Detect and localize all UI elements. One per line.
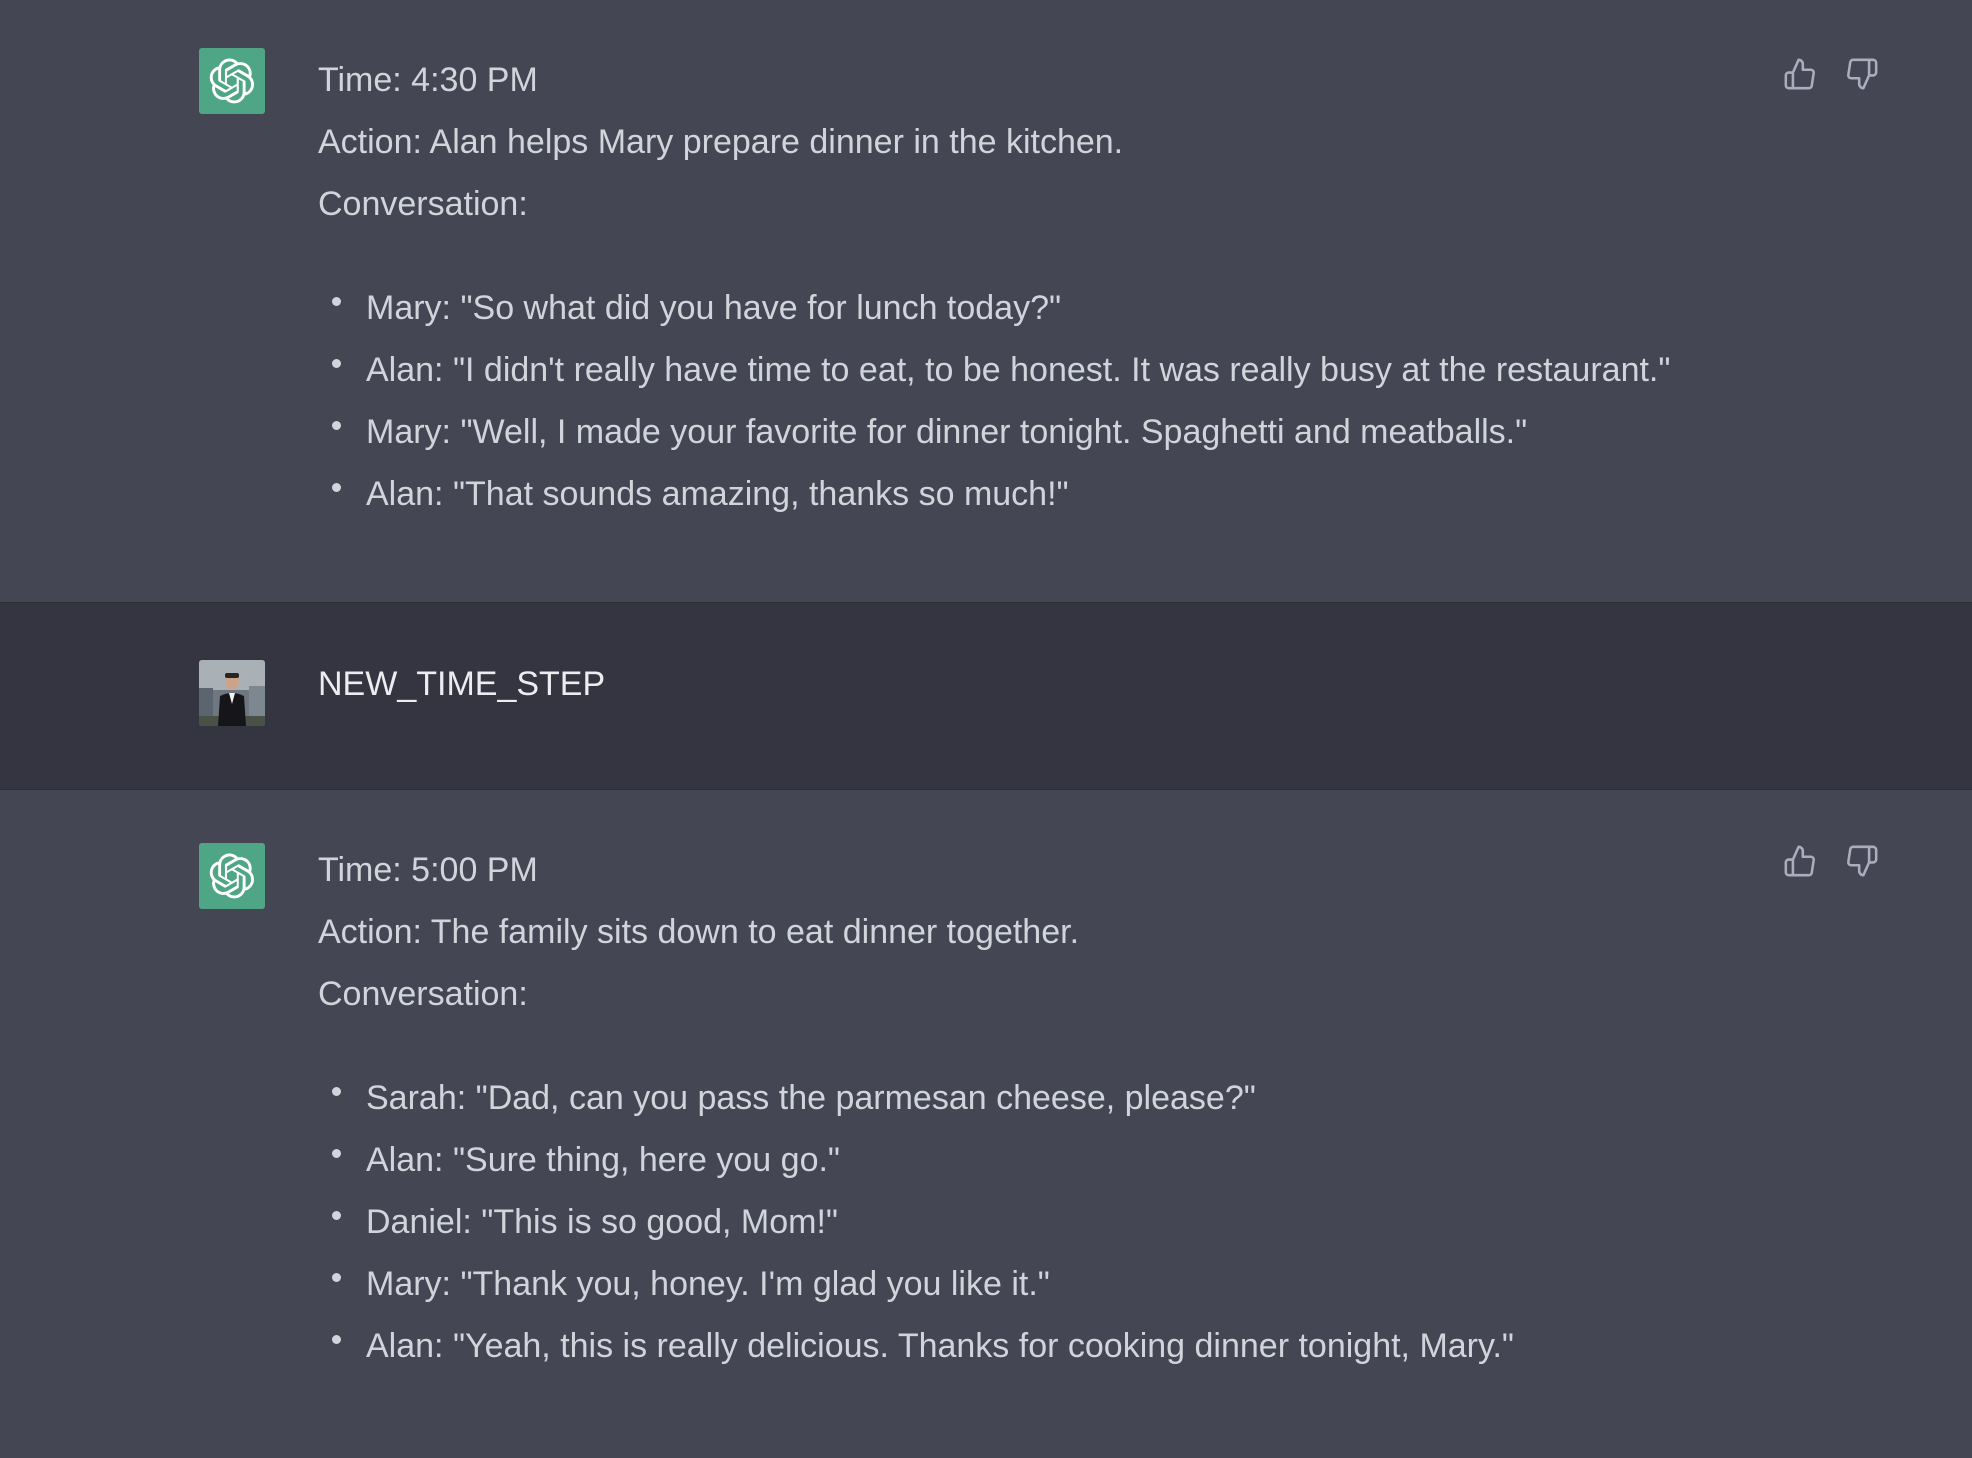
user-message-content: NEW_TIME_STEP	[318, 653, 1712, 715]
openai-logo-icon	[209, 58, 255, 104]
list-item: Alan: "That sounds amazing, thanks so mu…	[318, 463, 1712, 525]
list-item: Alan: "Sure thing, here you go."	[318, 1129, 1712, 1191]
feedback-buttons	[1782, 841, 1880, 881]
list-item: Mary: "So what did you have for lunch to…	[318, 277, 1712, 339]
action-line: Action: Alan helps Mary prepare dinner i…	[318, 123, 1124, 161]
thumbs-down-icon	[1847, 58, 1878, 90]
list-item: Alan: "I didn't really have time to eat,…	[318, 339, 1712, 401]
conversation-list: Mary: "So what did you have for lunch to…	[318, 277, 1712, 525]
thumbs-down-icon	[1847, 845, 1878, 877]
thumbs-down-button[interactable]	[1844, 54, 1880, 94]
thumbs-down-button[interactable]	[1844, 841, 1880, 881]
assistant-message-content: Time: 4:30 PM Action: Alan helps Mary pr…	[318, 49, 1712, 525]
time-line: Time: 4:30 PM	[318, 61, 538, 99]
thumbs-up-button[interactable]	[1782, 54, 1818, 94]
user-message-text: NEW_TIME_STEP	[318, 665, 606, 703]
list-item: Sarah: "Dad, can you pass the parmesan c…	[318, 1067, 1712, 1129]
assistant-message-content: Time: 5:00 PM Action: The family sits do…	[318, 839, 1712, 1377]
thumbs-up-icon	[1784, 58, 1815, 90]
thumbs-up-icon	[1784, 845, 1815, 877]
conversation-list: Sarah: "Dad, can you pass the parmesan c…	[318, 1067, 1712, 1377]
list-item: Daniel: "This is so good, Mom!"	[318, 1191, 1712, 1253]
user-message: NEW_TIME_STEP	[0, 602, 1972, 790]
conversation-label: Conversation:	[318, 185, 528, 223]
user-photo-avatar	[199, 660, 265, 726]
assistant-message: Time: 5:00 PM Action: The family sits do…	[0, 790, 1972, 1458]
assistant-message: Time: 4:30 PM Action: Alan helps Mary pr…	[0, 0, 1972, 602]
list-item: Alan: "Yeah, this is really delicious. T…	[318, 1315, 1712, 1377]
feedback-buttons	[1782, 54, 1880, 94]
thumbs-up-button[interactable]	[1782, 841, 1818, 881]
list-item: Mary: "Thank you, honey. I'm glad you li…	[318, 1253, 1712, 1315]
assistant-avatar	[199, 48, 265, 114]
action-line: Action: The family sits down to eat dinn…	[318, 913, 1080, 951]
list-item: Mary: "Well, I made your favorite for di…	[318, 401, 1712, 463]
assistant-avatar	[199, 843, 265, 909]
conversation-label: Conversation:	[318, 975, 528, 1013]
user-avatar	[199, 660, 265, 726]
openai-logo-icon	[209, 853, 255, 899]
time-line: Time: 5:00 PM	[318, 851, 538, 889]
